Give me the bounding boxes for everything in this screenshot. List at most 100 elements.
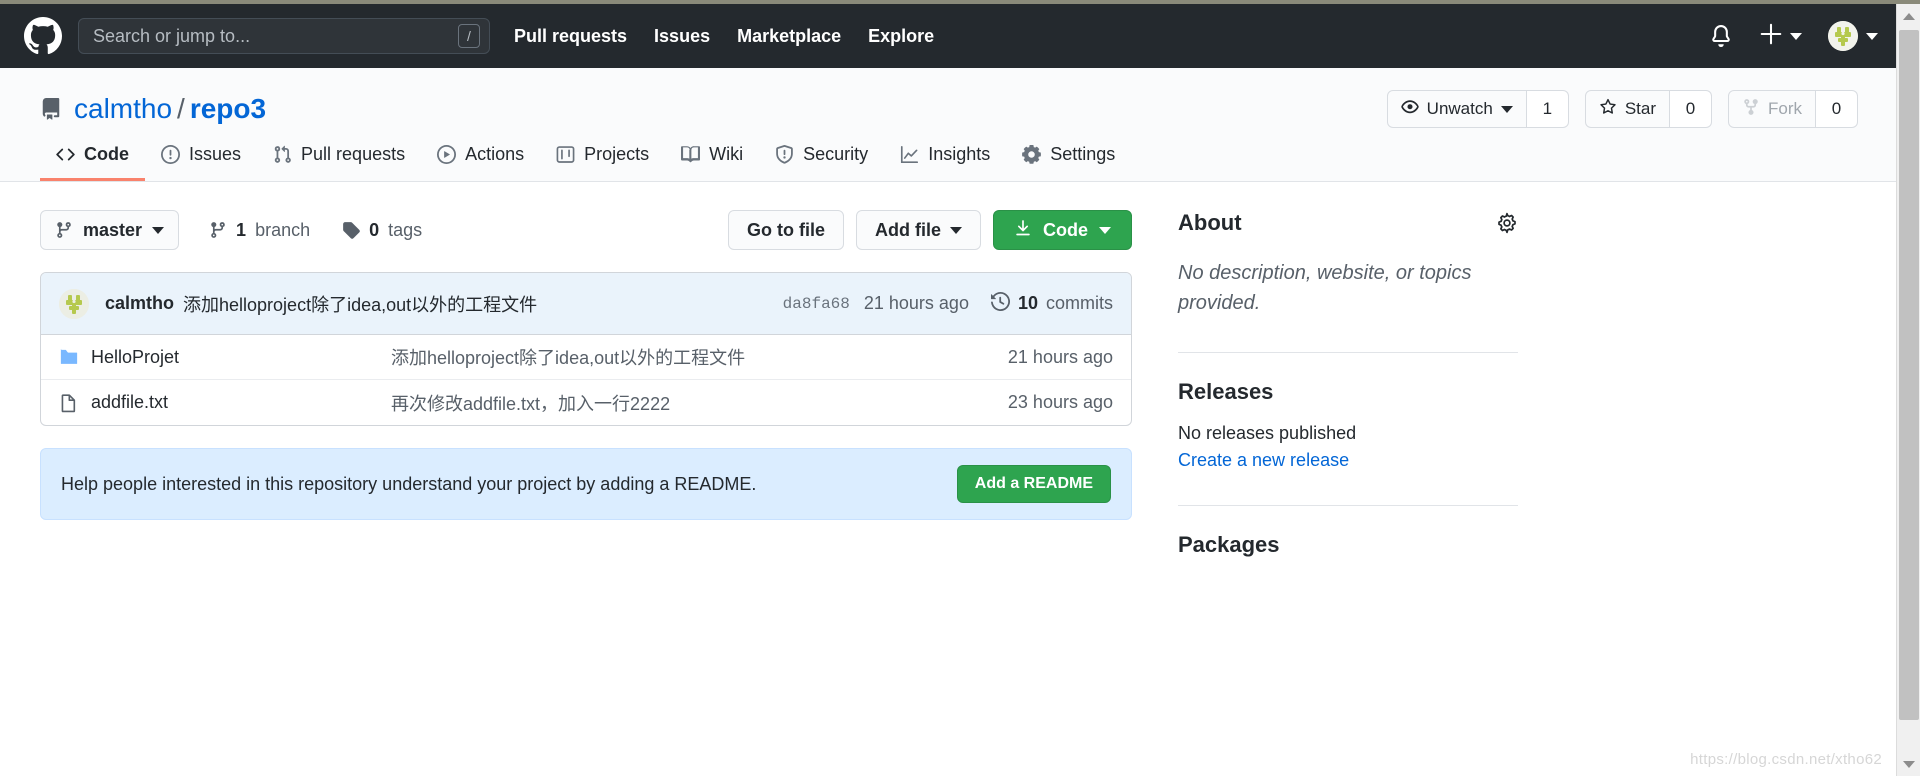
repo-owner-link[interactable]: calmtho bbox=[74, 93, 172, 124]
gear-icon[interactable] bbox=[1496, 212, 1518, 234]
fork-icon bbox=[1742, 98, 1760, 121]
user-menu[interactable] bbox=[1828, 21, 1878, 51]
file-time: 23 hours ago bbox=[1007, 392, 1113, 412]
table-row[interactable]: addfile.txt 再次修改addfile.txt，加入一行2222 23 … bbox=[41, 380, 1131, 425]
commits-count: 10 bbox=[1017, 293, 1038, 313]
scrollbar[interactable] bbox=[1896, 4, 1920, 776]
add-readme-text: Help people interested in this repositor… bbox=[61, 473, 757, 494]
git-pull-request-icon bbox=[273, 145, 292, 164]
watermark: https://blog.csdn.net/xtho62 bbox=[1690, 751, 1882, 768]
file-commit-message[interactable]: 添加helloproject除了idea,out以外的工程文件 bbox=[391, 344, 1008, 370]
tab-wiki[interactable]: Wiki bbox=[665, 144, 759, 181]
repo-book-icon bbox=[40, 98, 62, 120]
download-icon bbox=[1014, 219, 1032, 242]
star-count[interactable]: 0 bbox=[1670, 90, 1712, 128]
tab-projects[interactable]: Projects bbox=[540, 144, 665, 181]
triangle-up-icon[interactable] bbox=[1897, 4, 1920, 28]
github-mark-icon[interactable] bbox=[24, 17, 62, 55]
tab-pull-requests[interactable]: Pull requests bbox=[257, 144, 421, 181]
branch-name: master bbox=[83, 219, 143, 240]
branch-count[interactable]: 1 branch bbox=[209, 220, 310, 241]
file-name[interactable]: addfile.txt bbox=[91, 392, 391, 413]
unwatch-button[interactable]: Unwatch bbox=[1386, 90, 1527, 128]
table-row[interactable]: HelloProjet 添加helloproject除了idea,out以外的工… bbox=[41, 335, 1131, 380]
avatar bbox=[1828, 21, 1858, 51]
page-body: master 1 branch 0 tags Go to file Add fi… bbox=[0, 182, 1898, 558]
bell-icon[interactable] bbox=[1710, 25, 1732, 47]
tab-settings[interactable]: Settings bbox=[1006, 144, 1131, 181]
fork-label: Fork bbox=[1768, 99, 1802, 118]
star-button-group: Star 0 bbox=[1584, 90, 1712, 128]
scrollbar-thumb[interactable] bbox=[1899, 30, 1919, 720]
nav-explore[interactable]: Explore bbox=[868, 26, 934, 47]
branch-selector[interactable]: master bbox=[40, 210, 180, 250]
tab-issues-label: Issues bbox=[189, 144, 242, 164]
file-time: 21 hours ago bbox=[1007, 346, 1113, 367]
tag-count[interactable]: 0 tags bbox=[342, 220, 422, 241]
nav-pull-requests[interactable]: Pull requests bbox=[514, 26, 627, 47]
unwatch-label: Unwatch bbox=[1426, 99, 1493, 118]
add-file-label: Add file bbox=[875, 219, 941, 240]
create-new-menu[interactable] bbox=[1760, 23, 1802, 50]
repo-title-row: calmtho / repo3 Unwatch 1 Star 0 Fork 0 bbox=[0, 90, 1898, 128]
add-file-button[interactable]: Add file bbox=[856, 210, 981, 250]
tab-code[interactable]: Code bbox=[40, 144, 145, 181]
folder-icon bbox=[59, 347, 91, 367]
repo-actions: Unwatch 1 Star 0 Fork 0 bbox=[1386, 90, 1858, 128]
git-branch-icon bbox=[209, 221, 227, 239]
create-release-link[interactable]: Create a new release bbox=[1178, 450, 1518, 471]
chevron-down-icon bbox=[1099, 226, 1111, 234]
global-nav: Pull requests Issues Marketplace Explore bbox=[514, 26, 934, 47]
branch-toolbar: master 1 branch 0 tags Go to file Add fi… bbox=[40, 210, 1132, 250]
add-readme-button[interactable]: Add a README bbox=[956, 465, 1111, 503]
chevron-down-icon bbox=[1866, 32, 1878, 40]
nav-marketplace[interactable]: Marketplace bbox=[737, 26, 841, 47]
sidebar: About No description, website, or topics… bbox=[1178, 210, 1518, 558]
branch-count-label: branch bbox=[255, 219, 311, 240]
chevron-down-icon bbox=[1500, 105, 1513, 113]
divider bbox=[1178, 505, 1518, 506]
repo-header: calmtho / repo3 Unwatch 1 Star 0 Fork 0 … bbox=[0, 68, 1898, 182]
about-title: About bbox=[1178, 210, 1242, 235]
commit-message[interactable]: 添加helloproject除了idea,out以外的工程文件 bbox=[183, 291, 537, 317]
file-commit-message[interactable]: 再次修改addfile.txt，加入一行2222 bbox=[391, 390, 1008, 416]
packages-heading: Packages bbox=[1178, 532, 1518, 558]
repo-name-link[interactable]: repo3 bbox=[190, 93, 266, 124]
project-board-icon bbox=[556, 145, 575, 164]
tab-security[interactable]: Security bbox=[759, 144, 884, 181]
about-heading: About bbox=[1178, 210, 1518, 236]
tab-issues[interactable]: Issues bbox=[145, 144, 257, 181]
code-button[interactable]: Code bbox=[993, 210, 1132, 250]
history-icon bbox=[990, 291, 1010, 316]
watch-count[interactable]: 1 bbox=[1526, 90, 1569, 128]
divider bbox=[1178, 352, 1518, 353]
commits-link[interactable]: 10 commits bbox=[990, 291, 1113, 316]
fork-count[interactable]: 0 bbox=[1816, 90, 1858, 128]
search-input[interactable]: Search or jump to... / bbox=[78, 18, 490, 54]
packages-title: Packages bbox=[1178, 532, 1280, 557]
star-button[interactable]: Star bbox=[1584, 90, 1670, 128]
fork-button[interactable]: Fork bbox=[1728, 90, 1816, 128]
go-to-file-button[interactable]: Go to file bbox=[728, 210, 844, 250]
commit-author[interactable]: calmtho bbox=[105, 293, 174, 314]
branch-count-value: 1 bbox=[236, 219, 247, 240]
file-listing: calmtho 添加helloproject除了idea,out以外的工程文件 … bbox=[40, 272, 1132, 426]
tab-actions[interactable]: Actions bbox=[421, 144, 540, 181]
play-icon bbox=[437, 145, 457, 164]
star-icon bbox=[1599, 98, 1617, 121]
commit-time: 21 hours ago bbox=[863, 293, 969, 313]
commits-label: commits bbox=[1046, 293, 1113, 313]
avatar bbox=[59, 288, 89, 319]
search-shortcut-key: / bbox=[458, 24, 480, 48]
page-title: calmtho / repo3 bbox=[74, 93, 266, 125]
tab-security-label: Security bbox=[803, 144, 869, 164]
tab-actions-label: Actions bbox=[465, 144, 525, 164]
fork-button-group: Fork 0 bbox=[1728, 90, 1858, 128]
commit-hash[interactable]: da8fa68 bbox=[783, 295, 850, 313]
header-right-actions bbox=[1710, 21, 1878, 51]
triangle-down-icon[interactable] bbox=[1897, 752, 1920, 776]
chevron-down-icon bbox=[1790, 32, 1802, 40]
nav-issues[interactable]: Issues bbox=[654, 26, 710, 47]
tab-insights[interactable]: Insights bbox=[884, 144, 1006, 181]
file-name[interactable]: HelloProjet bbox=[91, 347, 391, 368]
